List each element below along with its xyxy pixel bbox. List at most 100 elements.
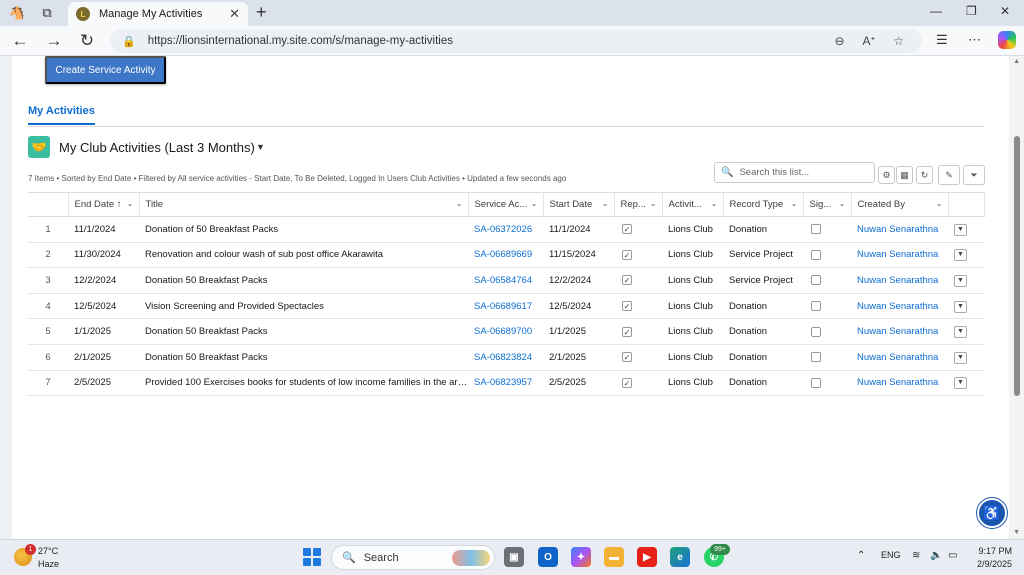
accessibility-icon[interactable]: ♿ (977, 498, 1007, 528)
restore-icon[interactable]: ❐ (966, 4, 977, 18)
service-activity-link[interactable]: SA-06689617 (468, 293, 543, 320)
close-tab-icon[interactable]: ✕ (229, 6, 240, 22)
column-header[interactable]: End Date ↑ ⌄ (68, 192, 140, 217)
create-service-activity-button[interactable]: Create Service Activity (45, 56, 166, 84)
record-type-cell: Donation (723, 318, 803, 345)
favorite-star-icon[interactable]: ☆ (893, 34, 904, 48)
column-header[interactable]: Sig... ⌄ (803, 192, 852, 217)
table-row[interactable]: 2 11/30/2024 Renovation and colour wash of… (28, 242, 984, 269)
display-as-table-icon[interactable]: ▦ (896, 166, 913, 184)
copilot-app-icon[interactable]: ✦ (571, 547, 591, 567)
chevron-down-icon[interactable]: ⌄ (602, 199, 609, 208)
scrollbar-thumb[interactable] (1014, 136, 1020, 396)
forward-icon[interactable]: → (44, 31, 64, 51)
service-activity-link[interactable]: SA-06584764 (468, 267, 543, 294)
chevron-down-icon[interactable]: ⌄ (711, 199, 718, 208)
volume-icon[interactable]: 🔈 (930, 550, 942, 561)
page-scrollbar[interactable]: ▲ ▼ (1009, 56, 1024, 539)
language-indicator[interactable]: ENG (881, 550, 901, 560)
refresh-list-icon[interactable]: ↻ (916, 166, 933, 184)
chevron-down-icon[interactable]: ⌄ (936, 199, 943, 208)
outlook-icon[interactable]: O (538, 547, 558, 567)
row-actions-dropdown-icon[interactable]: ▼ (954, 326, 967, 339)
created-by-link[interactable]: Nuwan Senarathna (851, 242, 948, 269)
minimize-icon[interactable]: — (930, 4, 942, 18)
favorites-icon[interactable]: ☰ (936, 32, 948, 48)
battery-icon[interactable]: ▭ (948, 550, 957, 561)
table-row[interactable]: 6 2/1/2025 Donation 50 Breakfast Packs SA-0… (28, 344, 984, 371)
lock-icon[interactable]: 🔒 (122, 35, 136, 48)
browser-tab-manage-my-activities[interactable]: L Manage My Activities ✕ (68, 2, 248, 26)
service-activity-link[interactable]: SA-06823824 (468, 344, 543, 371)
system-clock[interactable]: 9:17 PM 2/9/2025 (972, 546, 1012, 569)
row-actions-dropdown-icon[interactable]: ▼ (954, 223, 967, 236)
created-by-link[interactable]: Nuwan Senarathna (851, 293, 948, 320)
wifi-icon[interactable]: ≋ (912, 550, 920, 561)
row-actions-dropdown-icon[interactable]: ▼ (954, 249, 967, 262)
table-row[interactable]: 1 11/1/2024 Donation of 50 Breakfast Packs… (28, 216, 984, 243)
chevron-down-icon[interactable]: ⌄ (456, 199, 463, 208)
service-activity-link[interactable]: SA-06689669 (468, 242, 543, 269)
list-view-title[interactable]: My Club Activities (Last 3 Months) (59, 140, 255, 155)
service-activity-link[interactable]: SA-06372026 (468, 216, 543, 243)
copilot-icon[interactable] (998, 31, 1016, 49)
filter-icon[interactable]: ⏷ (963, 165, 985, 185)
edge-browser-icon[interactable]: e (670, 547, 690, 567)
edit-list-icon[interactable]: ✎ (938, 165, 960, 185)
row-actions-dropdown-icon[interactable]: ▼ (954, 274, 967, 287)
column-header[interactable]: Start Date ⌄ (543, 192, 615, 217)
column-header[interactable]: Activit... ⌄ (662, 192, 724, 217)
read-aloud-icon[interactable]: Aᐩ (863, 34, 876, 48)
column-header[interactable]: Service Ac... ⌄ (468, 192, 544, 217)
search-input[interactable] (739, 167, 870, 178)
address-bar[interactable]: 🔒 https://lionsinternational.my.site.com… (110, 29, 922, 53)
temperature[interactable]: 27°C (38, 546, 58, 556)
chevron-down-icon[interactable]: ⌄ (839, 199, 846, 208)
refresh-icon[interactable]: ↻ (77, 31, 97, 51)
created-by-link[interactable]: Nuwan Senarathna (851, 216, 948, 243)
scroll-up-icon[interactable]: ▲ (1013, 58, 1020, 65)
chevron-down-icon[interactable]: ⌄ (127, 199, 134, 208)
table-row[interactable]: 4 12/5/2024 Vision Screening and Provided … (28, 293, 984, 320)
created-by-link[interactable]: Nuwan Senarathna (851, 318, 948, 345)
chevron-down-icon[interactable]: ⌄ (531, 199, 538, 208)
service-activity-link[interactable]: SA-06689700 (468, 318, 543, 345)
new-tab-icon[interactable]: + (256, 2, 267, 23)
column-header[interactable]: Title ⌄ (139, 192, 469, 217)
created-by-link[interactable]: Nuwan Senarathna (851, 370, 948, 397)
chevron-down-icon[interactable]: ⌄ (791, 199, 798, 208)
workspaces-icon[interactable]: ⧉ (38, 4, 56, 22)
row-actions-dropdown-icon[interactable]: ▼ (954, 351, 967, 364)
chevron-down-icon[interactable]: ⌄ (650, 199, 657, 208)
zoom-icon[interactable]: ⊖ (834, 34, 844, 48)
table-row[interactable]: 5 1/1/2025 Donation 50 Breakfast Packs SA-0… (28, 318, 984, 345)
taskbar-search[interactable]: 🔍 Search (331, 545, 495, 570)
table-row[interactable]: 7 2/5/2025 Provided 100 Exercises books fo… (28, 370, 984, 397)
row-actions-cell: ▼ (948, 267, 984, 294)
service-activity-link[interactable]: SA-06823957 (468, 370, 543, 397)
windows-start-icon[interactable] (303, 548, 321, 566)
back-icon[interactable]: ← (10, 31, 30, 51)
youtube-icon[interactable]: ▶ (637, 547, 657, 567)
weather-condition[interactable]: Haze (38, 559, 59, 569)
file-explorer-icon[interactable]: ▬ (604, 547, 624, 567)
column-header[interactable]: Rep... ⌄ (614, 192, 663, 217)
created-by-link[interactable]: Nuwan Senarathna (851, 344, 948, 371)
scroll-down-icon[interactable]: ▼ (1013, 529, 1020, 536)
more-options-icon[interactable]: ⋯ (968, 32, 981, 48)
table-row[interactable]: 3 12/2/2024 Donation 50 Breakfast Packs SA-… (28, 267, 984, 294)
show-hidden-icons-icon[interactable]: ⌃ (857, 550, 865, 561)
column-header[interactable]: Record Type ⌄ (723, 192, 804, 217)
created-by-link[interactable]: Nuwan Senarathna (851, 267, 948, 294)
list-view-dropdown-icon[interactable]: ▼ (256, 142, 265, 152)
task-view-icon[interactable]: ▣ (504, 547, 524, 567)
tab-my-activities[interactable]: My Activities (28, 105, 95, 125)
row-actions-dropdown-icon[interactable]: ▼ (954, 300, 967, 313)
profile-icon[interactable]: 🐴 (8, 4, 26, 22)
list-search-box[interactable]: 🔍 (714, 162, 875, 183)
list-settings-icon[interactable]: ⚙ (878, 166, 895, 184)
close-window-icon[interactable]: ✕ (1000, 4, 1010, 18)
column-header[interactable]: Created By ⌄ (851, 192, 949, 217)
row-actions-dropdown-icon[interactable]: ▼ (954, 377, 967, 390)
url-text[interactable]: https://lionsinternational.my.site.com/s… (148, 35, 835, 47)
